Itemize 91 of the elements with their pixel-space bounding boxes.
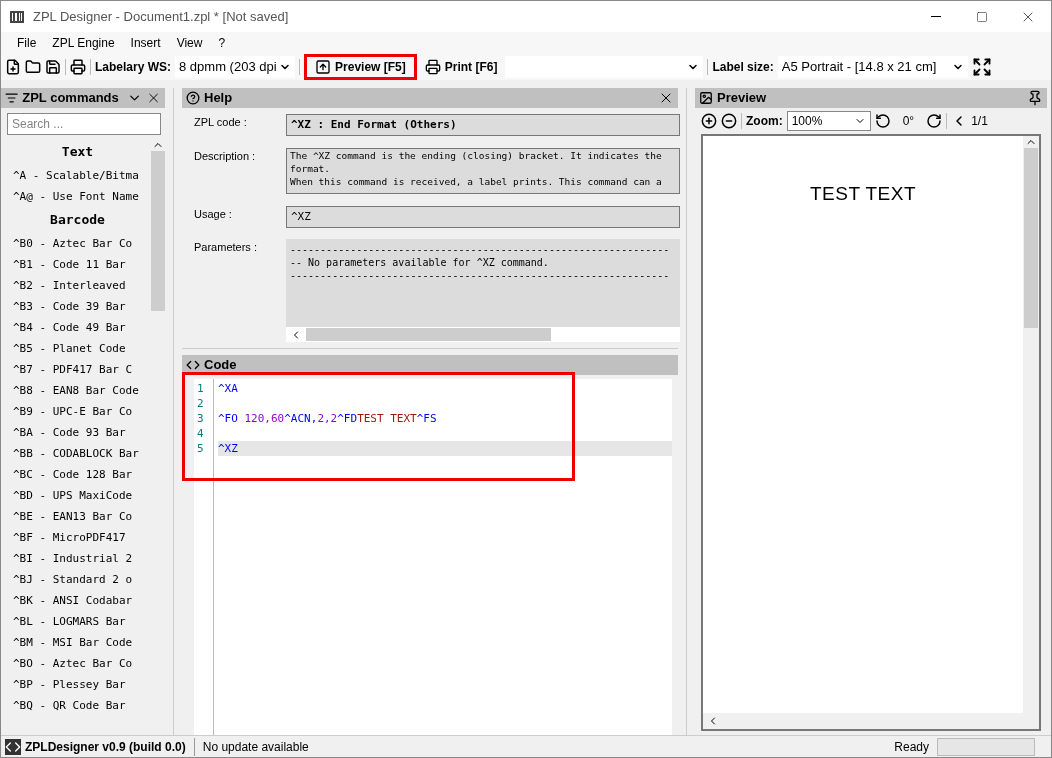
- command-item[interactable]: ^BJ - Standard 2 o: [13, 569, 150, 590]
- menu-item[interactable]: File: [9, 34, 45, 52]
- code-editor[interactable]: 1 2 3 4 5 ^XA ^FO 120,60^ACN,2,2^FDTEST TEXT^FS ^XZ: [194, 379, 672, 735]
- command-item[interactable]: ^A@ - Use Font Name: [13, 186, 150, 207]
- panel-title: Preview: [717, 89, 767, 108]
- printer-dropdown[interactable]: 8 dpmm (203 dpi: [175, 56, 296, 78]
- group-heading: Text: [60, 143, 95, 161]
- horizontal-scrollbar[interactable]: [286, 327, 680, 343]
- description-field: The ^XZ command is the ending (closing) bracket. It indicates the format. When this command is received, a label prints. This command can a: [286, 147, 680, 194]
- update-status: No update available: [201, 738, 309, 756]
- status-text: Ready: [894, 738, 930, 756]
- version-text: ZPLDesigner v0.9 (build 0.0): [25, 737, 195, 756]
- menu-item[interactable]: ZPL Engine: [44, 34, 123, 52]
- rotation-value: 0°: [901, 113, 916, 130]
- window-title: ZPL Designer - Document1.zpl * [Not saved]: [33, 7, 289, 26]
- minimize-icon: [931, 16, 941, 17]
- code-line: ^FO 120,60^ACN,2,2^FDTEST TEXT^FS: [218, 412, 437, 425]
- command-item[interactable]: ^A - Scalable/Bitma: [13, 165, 150, 186]
- zpl-code-field: ^XZ : End Format (Others): [286, 114, 680, 136]
- fit-icon[interactable]: [971, 57, 992, 77]
- command-item[interactable]: ^B4 - Code 49 Bar: [13, 317, 150, 338]
- code-icon: [186, 358, 200, 372]
- app-logo-icon: [9, 8, 25, 25]
- line-number: 5: [197, 441, 205, 456]
- rotate-left-icon[interactable]: [874, 113, 891, 129]
- printer-icon: [424, 59, 441, 75]
- command-item[interactable]: ^B7 - PDF417 Bar C: [13, 359, 150, 380]
- panel-title: Help: [204, 89, 233, 108]
- label-size-label: Label size:: [712, 59, 774, 76]
- label-size-dropdown[interactable]: A5 Portrait - [14.8 x 21 cm]: [777, 56, 968, 78]
- command-item[interactable]: ^BI - Industrial 2: [13, 548, 150, 569]
- print-button[interactable]: Print [F6]: [420, 58, 502, 76]
- menu-item[interactable]: View: [168, 34, 211, 52]
- parameters-field: --------------------------------------------------------------- -- No parameters available for ^XZ command. ---------------------------------------------------------------: [286, 239, 680, 328]
- command-item[interactable]: ^BK - ANSI Codabar: [13, 590, 150, 611]
- command-item[interactable]: ^BQ - QR Code Bar: [13, 695, 150, 716]
- list-icon: [5, 91, 19, 105]
- field-label: Usage :: [194, 206, 233, 222]
- field-label: Parameters :: [194, 240, 258, 256]
- preview-icon: [699, 91, 713, 105]
- zoom-in-icon[interactable]: [701, 113, 717, 129]
- line-number: 3: [197, 411, 205, 426]
- arrow-up-icon: [315, 59, 332, 75]
- command-item[interactable]: ^B8 - EAN8 Bar Code: [13, 380, 150, 401]
- command-item[interactable]: ^B9 - UPC-E Bar Co: [13, 401, 150, 422]
- panel-title: ZPL commands: [22, 89, 119, 108]
- usage-field: ^XZ: [286, 205, 680, 228]
- field-label: Description :: [194, 148, 257, 164]
- new-file-icon[interactable]: [5, 59, 21, 75]
- command-item[interactable]: ^B1 - Code 11 Bar: [13, 254, 150, 275]
- line-number: 4: [197, 426, 205, 441]
- search-field[interactable]: Search ...: [7, 113, 161, 135]
- line-number: 2: [197, 396, 205, 411]
- command-item[interactable]: ^BL - LOGMARS Bar: [13, 611, 150, 632]
- command-item[interactable]: ^BD - UPS MaxiCode: [13, 485, 150, 506]
- command-item[interactable]: ^BA - Code 93 Bar: [13, 422, 150, 443]
- dropdown-field[interactable]: [505, 56, 704, 78]
- group-heading: Barcode: [49, 211, 106, 229]
- menu-item[interactable]: ?: [210, 34, 234, 52]
- panel-title: Code: [204, 356, 237, 375]
- code-line: ^XA: [218, 382, 238, 395]
- command-item[interactable]: ^BM - MSI Bar Code: [13, 632, 150, 653]
- save-icon[interactable]: [45, 59, 61, 75]
- printer-label: Labelary WS:: [95, 59, 172, 76]
- preview-button[interactable]: Preview [F5]: [304, 54, 417, 80]
- zoom-dropdown[interactable]: 100%: [786, 111, 871, 131]
- field-label: ZPL code :: [194, 115, 248, 130]
- zoom-label: Zoom:: [746, 113, 783, 130]
- command-item[interactable]: ^B2 - Interleaved: [13, 275, 150, 296]
- line-number: 1: [197, 381, 205, 396]
- printer-icon[interactable]: [70, 59, 86, 75]
- command-item[interactable]: ^BP - Plessey Bar: [13, 674, 150, 695]
- pin-icon[interactable]: [1027, 90, 1043, 106]
- command-item[interactable]: ^B0 - Aztec Bar Co: [13, 233, 150, 254]
- command-item[interactable]: ^BE - EAN13 Bar Co: [13, 506, 150, 527]
- command-item[interactable]: ^B3 - Code 39 Bar: [13, 296, 150, 317]
- zoom-out-icon[interactable]: [721, 113, 737, 129]
- app-icon: [5, 738, 21, 755]
- rotate-right-icon[interactable]: [926, 113, 943, 129]
- command-item[interactable]: ^BF - MicroPDF417: [13, 527, 150, 548]
- code-line: ^XZ: [218, 442, 238, 455]
- command-item[interactable]: ^B5 - Planet Code: [13, 338, 150, 359]
- page-counter: 1/1: [971, 113, 988, 130]
- command-item[interactable]: ^BO - Aztec Bar Co: [13, 653, 150, 674]
- open-folder-icon[interactable]: [25, 59, 41, 75]
- maximize-icon: [976, 10, 988, 23]
- help-icon: [186, 91, 200, 105]
- menu-item[interactable]: Insert: [122, 34, 169, 52]
- command-item[interactable]: ^BC - Code 128 Bar: [13, 464, 150, 485]
- label-text: TEST TEXT: [810, 182, 916, 204]
- command-item[interactable]: ^BB - CODABLOCK Bar: [13, 443, 150, 464]
